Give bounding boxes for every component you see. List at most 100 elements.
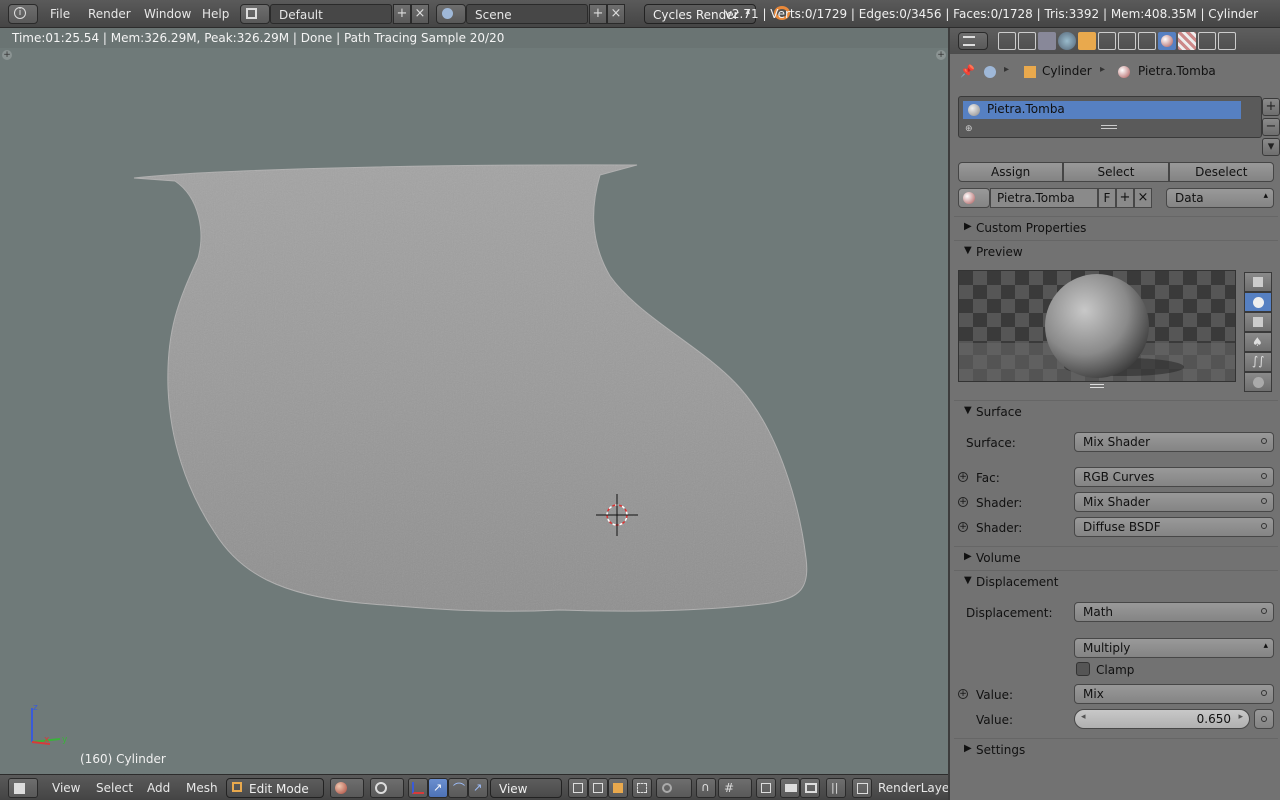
tab-world[interactable] [1058, 32, 1076, 50]
tab-render[interactable] [998, 32, 1016, 50]
preview-type-hair-button[interactable]: ∫∫ [1244, 352, 1272, 372]
shader1-input-field[interactable]: Mix Shader [1074, 492, 1274, 512]
manipulator-toggle-button[interactable] [408, 778, 428, 798]
section-displacement[interactable]: ▼ Displacement [954, 570, 1278, 592]
new-material-button[interactable]: + [1116, 188, 1134, 208]
tab-modifiers[interactable] [1118, 32, 1136, 50]
tab-scene[interactable] [1038, 32, 1056, 50]
screen-layout-selector[interactable] [240, 4, 270, 24]
value1-input-field[interactable]: Mix [1074, 684, 1274, 704]
math-operation-dropdown[interactable]: Multiply ▴ [1074, 638, 1274, 658]
assign-button[interactable]: Assign [958, 162, 1064, 182]
section-preview[interactable]: ▼ Preview [954, 240, 1278, 262]
preview-resize-handle-icon[interactable] [1090, 384, 1104, 388]
expand-input-icon[interactable]: + [958, 472, 968, 482]
layers-button[interactable]: || [826, 778, 846, 798]
pin-icon[interactable]: 📌 [960, 64, 975, 78]
menu-view[interactable]: View [52, 781, 80, 795]
slot-specials-button[interactable]: ▾ [1262, 138, 1280, 156]
face-select-button[interactable] [608, 778, 628, 798]
tab-physics[interactable] [1218, 32, 1236, 50]
value2-slider[interactable]: ◂ 0.650 ▸ [1074, 709, 1250, 729]
material-slot-list[interactable]: Pietra.Tomba ⊕ [958, 96, 1262, 138]
render-layer-icon-button[interactable] [852, 778, 872, 798]
decrement-arrow-icon[interactable]: ◂ [1081, 712, 1086, 722]
pivot-point-button[interactable] [370, 778, 404, 798]
opengl-render-button[interactable] [780, 778, 800, 798]
section-custom-properties[interactable]: ▶ Custom Properties [954, 216, 1278, 238]
menu-file[interactable]: File [50, 7, 70, 21]
scene-selector[interactable] [436, 4, 466, 24]
expand-input-icon[interactable]: + [958, 497, 968, 507]
increment-arrow-icon[interactable]: ▸ [1238, 712, 1243, 722]
tab-material[interactable] [1158, 32, 1176, 50]
preview-type-cube-button[interactable] [1244, 312, 1272, 332]
material-browse-button[interactable] [958, 188, 990, 208]
remove-layout-button[interactable]: × [411, 4, 429, 24]
render-layer-label[interactable]: RenderLayer [878, 781, 954, 795]
material-name-field[interactable]: Pietra.Tomba [990, 188, 1098, 208]
select-button[interactable]: Select [1063, 162, 1169, 182]
preview-type-sphere-sky-button[interactable] [1244, 372, 1272, 392]
material-slot-item[interactable]: Pietra.Tomba [963, 101, 1241, 119]
menu-add[interactable]: Add [147, 781, 170, 795]
list-resize-handle-icon[interactable] [1101, 125, 1117, 129]
fac-input-field[interactable]: RGB Curves [1074, 467, 1274, 487]
section-settings[interactable]: ▶ Settings [954, 738, 1278, 760]
remove-slot-button[interactable]: − [1262, 118, 1280, 136]
snap-element-button[interactable]: # [718, 778, 752, 798]
section-surface[interactable]: ▼ Surface [954, 400, 1278, 422]
opengl-animation-button[interactable] [800, 778, 820, 798]
surface-shader-field[interactable]: Mix Shader [1074, 432, 1274, 452]
3d-viewport[interactable]: Time:01:25.54 | Mem:326.29M, Peak:326.29… [0, 28, 948, 774]
snap-target-button[interactable] [756, 778, 776, 798]
edge-select-button[interactable] [588, 778, 608, 798]
preview-type-sphere-button[interactable] [1244, 292, 1272, 312]
add-scene-button[interactable]: + [589, 4, 607, 24]
shader2-input-field[interactable]: Diffuse BSDF [1074, 517, 1274, 537]
unlink-material-button[interactable]: × [1134, 188, 1152, 208]
tab-data[interactable] [1138, 32, 1156, 50]
fake-user-button[interactable]: F [1098, 188, 1116, 208]
proportional-edit-button[interactable] [656, 778, 692, 798]
vertex-select-button[interactable] [568, 778, 588, 798]
scale-manipulator-button[interactable]: ↗ [468, 778, 488, 798]
translate-manipulator-button[interactable]: ↗ [428, 778, 448, 798]
editor-type-properties-button[interactable] [958, 32, 988, 50]
preview-type-flat-button[interactable] [1244, 272, 1272, 292]
list-expand-icon[interactable]: ⊕ [965, 124, 973, 134]
transform-orientation-dropdown[interactable]: View [490, 778, 562, 798]
tab-constraints[interactable] [1098, 32, 1116, 50]
menu-help[interactable]: Help [202, 7, 229, 21]
viewport-shading-button[interactable] [330, 778, 364, 798]
tab-render-layers[interactable] [1018, 32, 1036, 50]
scene-field[interactable]: Scene [466, 4, 588, 24]
add-slot-button[interactable]: + [1262, 98, 1280, 116]
menu-render[interactable]: Render [88, 7, 131, 21]
clamp-checkbox[interactable] [1076, 662, 1090, 676]
link-type-dropdown[interactable]: Data ▴ [1166, 188, 1274, 208]
menu-mesh[interactable]: Mesh [186, 781, 218, 795]
remove-scene-button[interactable]: × [607, 4, 625, 24]
tab-particles[interactable] [1198, 32, 1216, 50]
displacement-input-field[interactable]: Math [1074, 602, 1274, 622]
value2-socket-button[interactable] [1254, 709, 1274, 729]
tab-texture[interactable] [1178, 32, 1196, 50]
snap-toggle-button[interactable]: ∩ [696, 778, 716, 798]
section-volume[interactable]: ▶ Volume [954, 546, 1278, 568]
limit-selection-button[interactable] [632, 778, 652, 798]
editor-type-info-button[interactable]: i [8, 4, 38, 24]
rotate-manipulator-button[interactable]: ⌒ [448, 778, 468, 798]
expand-input-icon[interactable]: + [958, 689, 968, 699]
preview-type-monkey-button[interactable]: ♠ [1244, 332, 1272, 352]
tab-object[interactable] [1078, 32, 1096, 50]
preview-sphere [1045, 274, 1149, 378]
menu-window[interactable]: Window [144, 7, 191, 21]
editor-type-3d-view-button[interactable] [8, 778, 38, 798]
add-layout-button[interactable]: + [393, 4, 411, 24]
expand-input-icon[interactable]: + [958, 522, 968, 532]
screen-layout-field[interactable]: Default [270, 4, 392, 24]
deselect-button[interactable]: Deselect [1168, 162, 1274, 182]
mode-dropdown[interactable]: Edit Mode [226, 778, 324, 798]
menu-select[interactable]: Select [96, 781, 133, 795]
